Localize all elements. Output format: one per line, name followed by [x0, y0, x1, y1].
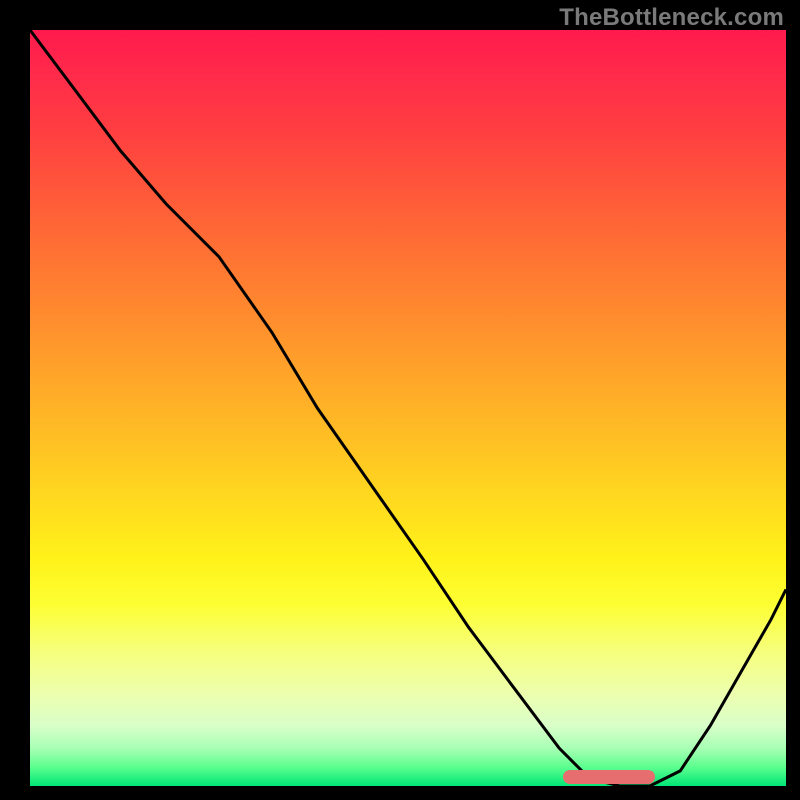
- bottleneck-curve: [30, 30, 786, 786]
- chart-frame: TheBottleneck.com: [0, 0, 800, 800]
- watermark-text: TheBottleneck.com: [559, 4, 784, 32]
- minimum-marker: [563, 770, 655, 784]
- curve-path: [30, 30, 786, 786]
- plot-area: [30, 30, 786, 786]
